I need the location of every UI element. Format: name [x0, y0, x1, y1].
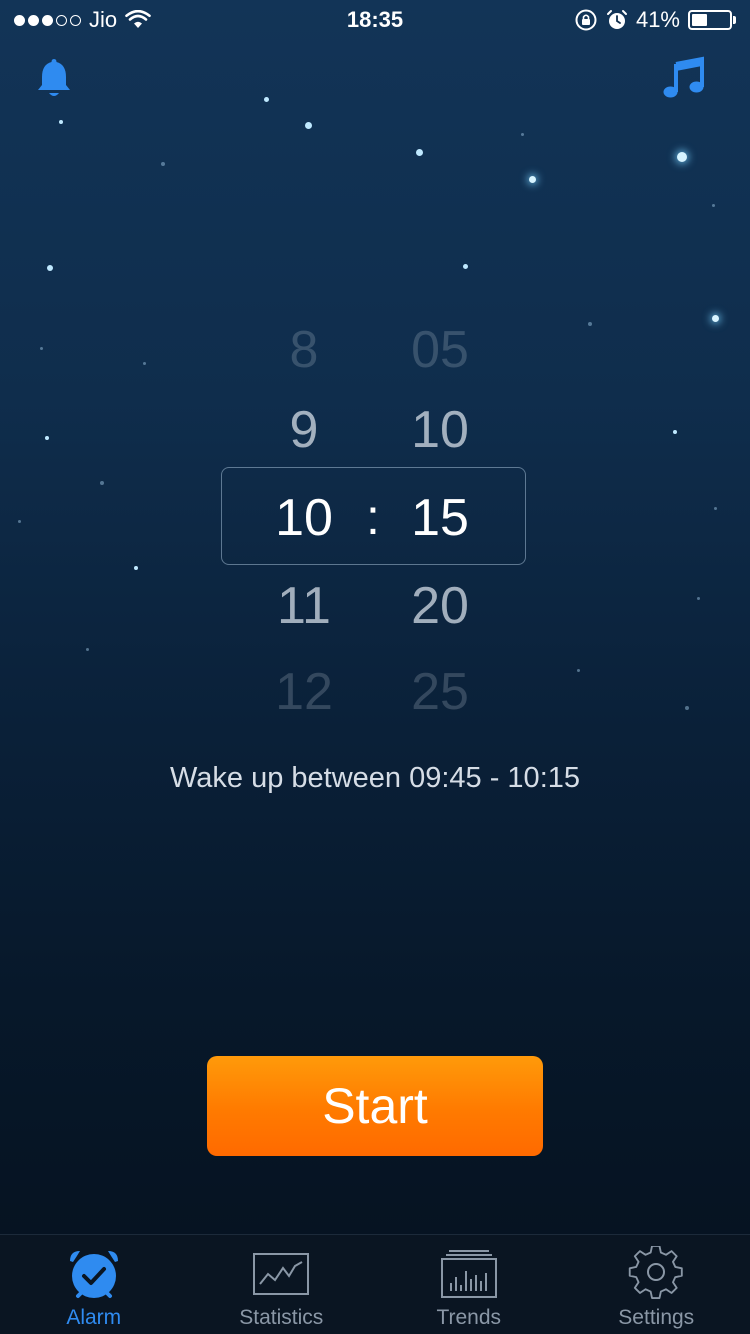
tab-bar: Alarm Statistics Trends Settings [0, 1234, 750, 1334]
bell-icon[interactable] [34, 56, 78, 102]
tab-label: Alarm [66, 1306, 122, 1329]
battery-percent: 41% [635, 7, 680, 32]
picker-minute-option[interactable]: 25 [360, 662, 520, 722]
music-note-icon[interactable] [662, 56, 706, 102]
tab-alarm[interactable]: Alarm [0, 1235, 188, 1334]
tab-settings[interactable]: Settings [563, 1235, 750, 1334]
tab-statistics[interactable]: Statistics [188, 1235, 376, 1334]
wake-window-text: Wake up between 09:45 - 10:15 [169, 762, 581, 794]
alarm-clock-icon [64, 1247, 124, 1301]
picker-selected-minute[interactable]: 15 [360, 488, 520, 548]
picker-minute-option[interactable]: 05 [360, 320, 520, 380]
picker-minute-option[interactable]: 20 [360, 576, 520, 636]
rotation-lock-icon [575, 9, 597, 31]
tab-trends[interactable]: Trends [375, 1235, 563, 1334]
battery-icon [688, 10, 736, 30]
alarm-status-icon [606, 10, 627, 29]
start-button[interactable]: Start [207, 1056, 543, 1156]
tab-label: Trends [436, 1306, 502, 1329]
tab-label: Settings [618, 1306, 695, 1329]
line-chart-icon [251, 1247, 311, 1301]
cellular-signal-icon [14, 14, 81, 26]
gear-icon [626, 1246, 686, 1301]
picker-minute-option[interactable]: 10 [360, 400, 520, 460]
time-picker[interactable]: 8 9 10 11 12 : 05 10 15 20 25 [0, 300, 750, 730]
bar-chart-icon [439, 1247, 499, 1301]
status-bar: Jio 18:35 41% [0, 0, 750, 40]
tab-label: Statistics [239, 1306, 324, 1329]
wifi-icon [125, 10, 151, 28]
carrier-name: Jio [89, 7, 118, 32]
